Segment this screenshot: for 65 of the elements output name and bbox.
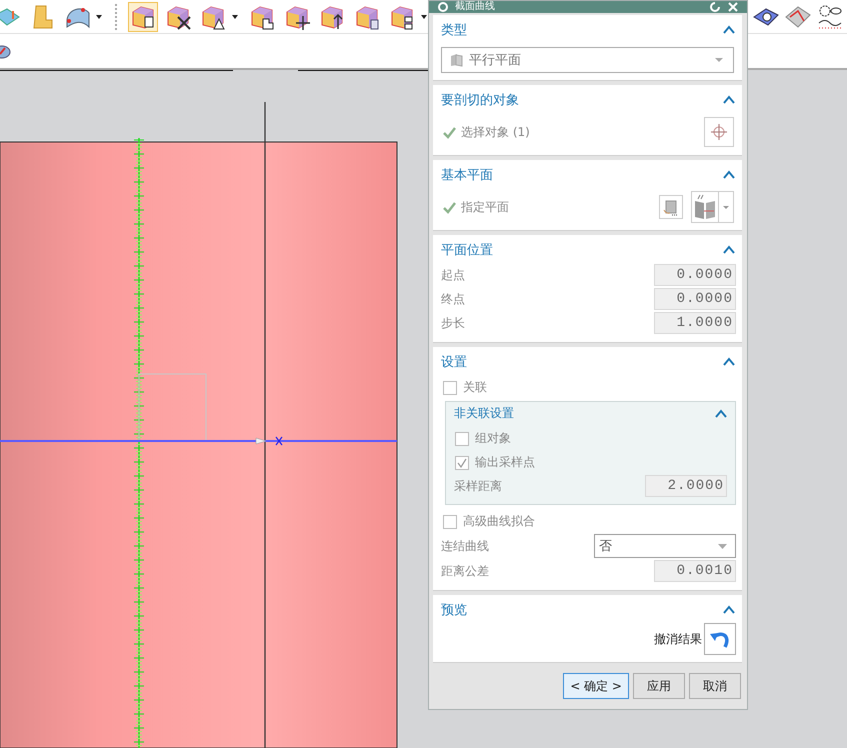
checkbox[interactable] [443, 380, 457, 394]
collapse-icon[interactable] [723, 95, 735, 105]
curves-icon [816, 2, 844, 30]
parallel-planes-icon [692, 193, 718, 221]
guide-rectangle [138, 374, 206, 442]
field-label: 距离公差 [441, 562, 489, 580]
number-field[interactable]: 2.0000 [645, 475, 727, 497]
caret-icon [718, 544, 727, 548]
subsection-title[interactable]: 非关联设置 [454, 405, 514, 422]
collapse-icon[interactable] [715, 408, 727, 418]
section-title[interactable]: 基本平面 [441, 166, 493, 184]
checkbox[interactable] [443, 514, 457, 528]
dialog-title: 截面曲线 [455, 1, 495, 13]
field-label: 选择对象 (1) [461, 124, 530, 140]
field-label: 撤消结果 [654, 630, 702, 648]
undo-button[interactable] [704, 623, 736, 655]
field-label: 高级曲线拟合 [463, 513, 535, 530]
caret-icon [231, 14, 239, 20]
collapse-icon[interactable] [723, 25, 735, 35]
field-label: 指定平面 [461, 198, 509, 216]
field-label: 关联 [463, 379, 487, 396]
settings-icon[interactable] [437, 1, 449, 13]
collapse-icon[interactable] [723, 245, 735, 255]
dialog-button[interactable]: 取消 [689, 673, 741, 699]
surface-icon[interactable] [0, 43, 12, 59]
field-label: 起点 [441, 266, 465, 284]
field-label: 采样距离 [454, 478, 502, 494]
section-title[interactable]: 平面位置 [441, 241, 493, 259]
field-label: 输出采样点 [475, 454, 535, 471]
field-label: 连结曲线 [441, 538, 489, 554]
caret-icon [715, 58, 723, 62]
number-field[interactable]: 1.0000 [654, 312, 736, 334]
cross-marker-icon [275, 436, 283, 446]
plane-icon [450, 53, 463, 67]
field-label: 步长 [441, 314, 465, 332]
type-dropdown[interactable]: 平行平面 [441, 47, 734, 73]
collapse-icon[interactable] [723, 170, 735, 180]
number-field[interactable]: 0.0000 [654, 264, 736, 286]
field-label: 组对象 [475, 430, 511, 447]
section-title[interactable]: 要剖切的对象 [441, 91, 519, 109]
checkbox[interactable] [455, 432, 469, 446]
collapse-icon[interactable] [723, 357, 735, 367]
dialog-button[interactable]: 应用 [633, 673, 685, 699]
section-title[interactable]: 预览 [441, 601, 467, 619]
plane-type-dropdown[interactable] [691, 191, 734, 223]
reset-icon[interactable] [709, 1, 721, 13]
crosshair-icon [711, 124, 727, 140]
arrow-icon[interactable] [256, 438, 266, 444]
select-object-button[interactable] [704, 117, 734, 147]
section-title[interactable]: 类型 [441, 21, 467, 39]
number-field[interactable]: 0.0000 [654, 288, 736, 310]
caret-icon [723, 206, 729, 208]
caret-icon [95, 14, 103, 20]
plane-icon [662, 198, 680, 216]
field-label: 终点 [441, 290, 465, 308]
caret-icon [420, 14, 428, 20]
section-title[interactable]: 设置 [441, 353, 467, 371]
dialog-button[interactable]: < 确定 > [563, 673, 629, 699]
toolbar-button[interactable] [128, 2, 158, 32]
number-field[interactable]: 0.0010 [654, 560, 736, 582]
close-icon[interactable] [727, 1, 739, 13]
plane-dialog-button[interactable] [659, 195, 683, 219]
dropdown-field[interactable]: 否 [594, 534, 736, 558]
checkbox[interactable] [455, 456, 469, 470]
collapse-icon[interactable] [723, 605, 735, 615]
